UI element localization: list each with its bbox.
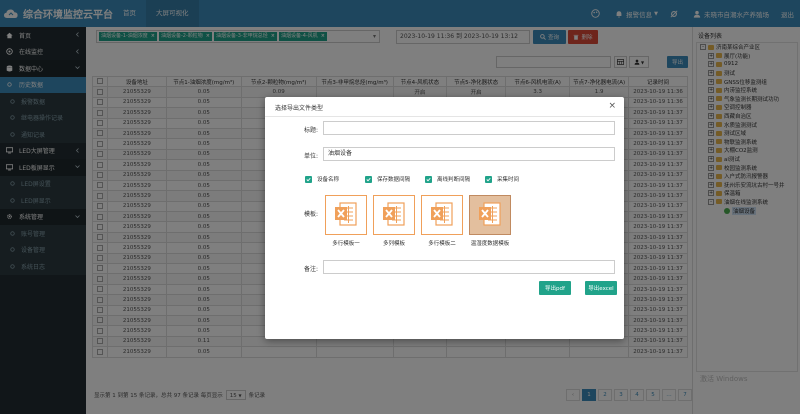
export-dialog: 选择导出文件类型 × 标题: 单位: 油烟设备 设备名称 保存数据间隔 离线判断… <box>265 97 624 339</box>
checkbox-label: 离线判断间隔 <box>437 177 471 183</box>
field-checkboxes: 设备名称 保存数据间隔 离线判断间隔 采集时间 <box>305 175 545 183</box>
title-input[interactable] <box>323 121 615 135</box>
template-option[interactable] <box>373 195 415 235</box>
excel-icon <box>430 200 454 230</box>
close-icon[interactable]: × <box>608 101 616 111</box>
template-option[interactable] <box>421 195 463 235</box>
export-excel-button[interactable]: 导出excel <box>585 281 617 295</box>
template-option[interactable] <box>469 195 511 235</box>
checkbox-offline-interval[interactable]: 离线判断间隔 <box>425 175 485 183</box>
check-icon <box>485 175 492 183</box>
checkbox-device-name[interactable]: 设备名称 <box>305 175 365 183</box>
checkbox-label: 保存数据间隔 <box>377 177 411 183</box>
excel-icon <box>382 200 406 230</box>
export-pdf-button[interactable]: 导出pdf <box>539 281 571 295</box>
checkbox-collect-time[interactable]: 采集时间 <box>485 175 545 183</box>
title-label: 标题: <box>303 127 318 134</box>
checkbox-label: 设备名称 <box>317 177 340 183</box>
note-input[interactable] <box>323 260 615 274</box>
check-icon <box>305 175 312 183</box>
excel-icon <box>334 200 358 230</box>
unit-label: 单位: <box>303 153 318 160</box>
template-option[interactable] <box>325 195 367 235</box>
check-icon <box>425 175 432 183</box>
excel-icon <box>478 200 502 230</box>
template-options: 多行模板一 多列模板 多行模板二 温湿度数据模板 <box>323 195 573 255</box>
checkbox-save-interval[interactable]: 保存数据间隔 <box>365 175 425 183</box>
template-option-label: 温湿度数据模板 <box>470 241 510 247</box>
unit-input[interactable]: 油烟设备 <box>323 147 615 161</box>
checkbox-label: 采集时间 <box>497 177 520 183</box>
template-label: 模板: <box>303 211 318 218</box>
note-label: 备注: <box>303 266 318 273</box>
check-icon <box>365 175 372 183</box>
dialog-title: 选择导出文件类型 <box>275 105 324 112</box>
